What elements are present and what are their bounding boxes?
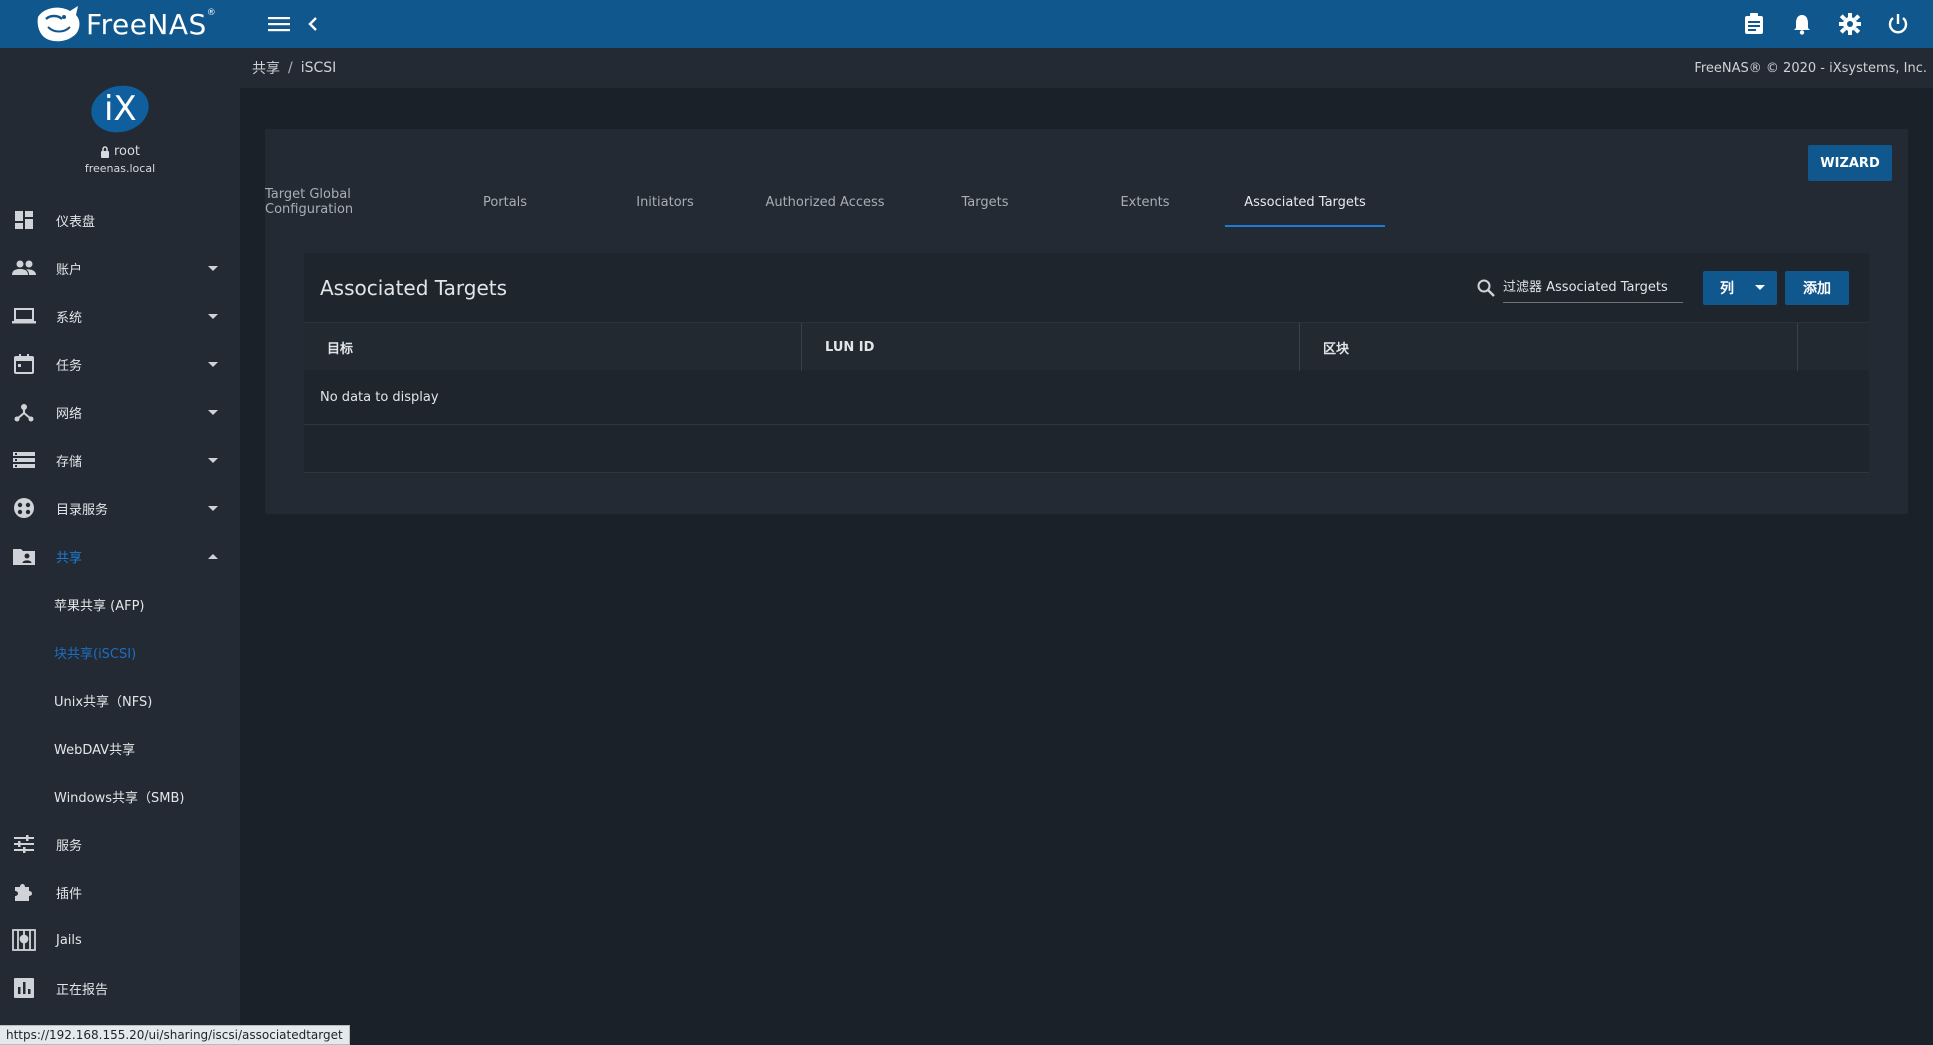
tab-authorized-access[interactable]: Authorized Access [745, 177, 905, 227]
sidebar-item-network[interactable]: 网络 [0, 388, 240, 436]
user-profile: iX root freenas.local [0, 48, 240, 196]
power-icon [1888, 14, 1908, 34]
tab-extents[interactable]: Extents [1065, 177, 1225, 227]
jail-icon [12, 928, 36, 952]
chevron-down-icon [208, 409, 218, 415]
iscsi-tabs: Target Global Configuration Portals Init… [265, 177, 1385, 227]
sidebar-nav: 仪表盘 账户 系统 任务 网络 存储 目录服务 共享 苹果共享 (AFP) 块共… [0, 196, 240, 1012]
laptop-icon [12, 304, 36, 328]
collapse-sidebar-button[interactable] [296, 7, 330, 41]
columns-button[interactable]: 列 [1703, 270, 1777, 305]
dashboard-icon [12, 208, 36, 232]
chevron-down-icon [208, 361, 218, 367]
task-manager-button[interactable] [1737, 7, 1771, 41]
chart-icon [12, 976, 36, 1000]
gear-icon [1839, 13, 1861, 35]
tune-icon [12, 832, 36, 856]
sidebar-subitem-webdav[interactable]: WebDAV共享 [0, 724, 240, 772]
clipboard-icon [1745, 13, 1763, 34]
tab-targets[interactable]: Targets [905, 177, 1065, 227]
menu-button[interactable] [262, 7, 296, 41]
column-header-lun-id[interactable]: LUN ID [802, 323, 1300, 371]
avatar: iX [86, 79, 154, 139]
sidebar-subitem-nfs[interactable]: Unix共享（NFS) [0, 676, 240, 724]
sidebar-item-tasks[interactable]: 任务 [0, 340, 240, 388]
sidebar-item-dashboard[interactable]: 仪表盘 [0, 196, 240, 244]
table-header-bar: Associated Targets 列 添加 [304, 253, 1869, 322]
table-footer [304, 425, 1869, 473]
network-icon [12, 400, 36, 424]
table-head: 目标 LUN ID 区块 [304, 322, 1869, 371]
breadcrumb-current: iSCSI [300, 60, 337, 76]
top-bar: FreeNAS® [0, 0, 1933, 48]
sidebar-subitem-afp[interactable]: 苹果共享 (AFP) [0, 580, 240, 628]
add-button[interactable]: 添加 [1785, 270, 1849, 305]
calendar-icon [12, 352, 36, 376]
chevron-down-icon [208, 265, 218, 271]
tab-portals[interactable]: Portals [425, 177, 585, 227]
copyright-text: FreeNAS® © 2020 - iXsystems, Inc. [1694, 60, 1927, 76]
hostname: freenas.local [84, 162, 156, 175]
chevron-down-icon [208, 457, 218, 463]
status-url: https://192.168.155.20/ui/sharing/iscsi/… [0, 1025, 350, 1045]
tab-target-global-configuration[interactable]: Target Global Configuration [265, 177, 425, 227]
breadcrumb: 共享 / iSCSI FreeNAS® © 2020 - iXsystems, … [240, 48, 1933, 88]
freenas-fish-icon [34, 3, 84, 45]
puzzle-icon [12, 880, 36, 904]
chevron-up-icon [208, 553, 218, 559]
sidebar-subitem-iscsi[interactable]: 块共享(iSCSI) [0, 628, 240, 676]
folder-shared-icon [12, 544, 36, 568]
column-header-extent[interactable]: 区块 [1300, 323, 1798, 371]
sidebar-item-reporting[interactable]: 正在报告 [0, 964, 240, 1012]
bell-icon [1794, 15, 1810, 35]
username: root [113, 144, 141, 159]
tab-associated-targets[interactable]: Associated Targets [1225, 177, 1385, 227]
storage-icon [12, 448, 36, 472]
chevron-left-icon [308, 17, 317, 31]
menu-icon [268, 17, 290, 32]
sidebar-subitem-smb[interactable]: Windows共享（SMB) [0, 772, 240, 820]
search-wrap [1477, 272, 1683, 303]
brand-name: FreeNAS® [86, 7, 217, 41]
sidebar-item-system[interactable]: 系统 [0, 292, 240, 340]
wizard-button[interactable]: WIZARD [1808, 145, 1892, 181]
sidebar: iX root freenas.local 仪表盘 账户 系统 任务 网络 存储… [0, 48, 240, 1045]
breadcrumb-separator: / [288, 60, 293, 76]
sidebar-item-accounts[interactable]: 账户 [0, 244, 240, 292]
sidebar-item-jails[interactable]: Jails [0, 916, 240, 964]
iscsi-card: WIZARD Target Global Configuration Porta… [265, 129, 1908, 514]
search-input[interactable] [1503, 272, 1683, 303]
people-icon [12, 256, 36, 280]
power-button[interactable] [1881, 7, 1915, 41]
chevron-down-icon [1755, 285, 1765, 290]
directory-icon [12, 496, 36, 520]
breadcrumb-parent[interactable]: 共享 [252, 58, 280, 78]
sidebar-item-plugins[interactable]: 插件 [0, 868, 240, 916]
sidebar-item-services[interactable]: 服务 [0, 820, 240, 868]
columns-label: 列 [1720, 280, 1734, 297]
sidebar-item-sharing[interactable]: 共享 [0, 532, 240, 580]
sidebar-item-storage[interactable]: 存储 [0, 436, 240, 484]
search-icon [1477, 279, 1495, 297]
user-line: root [100, 144, 140, 159]
tab-initiators[interactable]: Initiators [585, 177, 745, 227]
column-header-target[interactable]: 目标 [304, 323, 802, 371]
chevron-down-icon [208, 505, 218, 511]
empty-message: No data to display [304, 370, 1869, 425]
chevron-down-icon [208, 313, 218, 319]
associated-targets-table: Associated Targets 列 添加 目标 LUN ID 区块 No … [304, 253, 1869, 473]
table-title: Associated Targets [320, 275, 508, 300]
notifications-button[interactable] [1785, 7, 1819, 41]
settings-button[interactable] [1833, 7, 1867, 41]
sidebar-item-directory-services[interactable]: 目录服务 [0, 484, 240, 532]
brand-logo[interactable]: FreeNAS® [0, 0, 240, 48]
lock-icon [100, 145, 109, 158]
